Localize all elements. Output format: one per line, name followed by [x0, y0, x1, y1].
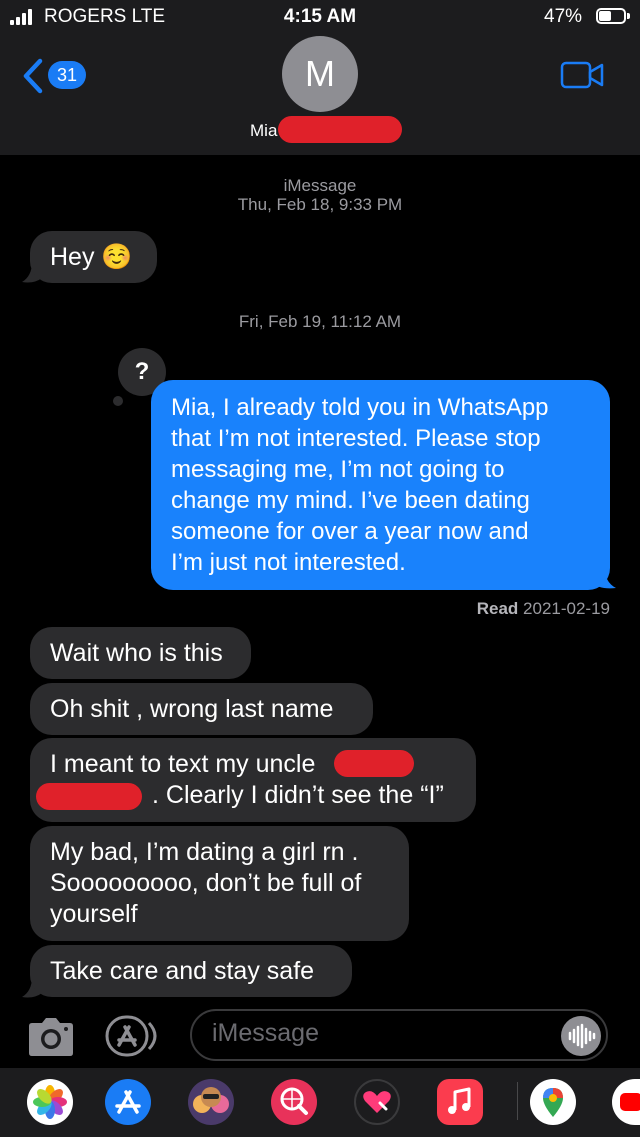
service-label: iMessage [283, 176, 357, 195]
read-receipt: Read 2021-02-19 [300, 599, 610, 619]
message-line: I’m just not interested. [171, 549, 406, 576]
google-maps-app-icon[interactable] [530, 1079, 576, 1125]
redaction-mark [334, 750, 414, 777]
camera-button[interactable] [28, 1017, 74, 1057]
read-label: Read [476, 599, 519, 618]
memoji-faces-icon [193, 1087, 229, 1113]
message-line: someone for over a year now and [171, 518, 529, 545]
read-date: 2021-02-19 [523, 599, 610, 618]
memoji-app-icon[interactable] [188, 1079, 234, 1125]
unread-count-badge[interactable]: 31 [48, 61, 86, 89]
youtube-app-icon[interactable] [612, 1079, 640, 1125]
heart-icon [363, 1091, 391, 1113]
message-text: . Clearly I didn’t see the “I” [152, 781, 444, 809]
incoming-message[interactable]: Hey ☺️ [30, 231, 157, 283]
battery-percent: 47% [544, 6, 583, 27]
message-text: I meant to text my uncle [50, 750, 316, 778]
redaction-mark [36, 783, 142, 810]
contact-avatar[interactable]: M [282, 36, 358, 112]
message-line: Mia, I already told you in WhatsApp [171, 394, 549, 421]
message-line: yourself [50, 900, 138, 928]
redaction-mark [278, 116, 402, 143]
facetime-video-button[interactable] [560, 60, 606, 90]
photos-flower-icon [33, 1085, 67, 1119]
video-camera-icon [560, 61, 604, 89]
app-store-icon [105, 1015, 157, 1057]
contact-name[interactable]: Mia [250, 121, 277, 141]
search-images-app-icon[interactable] [271, 1079, 317, 1125]
message-line: that I’m not interested. Please stop [171, 425, 541, 452]
battery-icon [596, 8, 626, 24]
message-line: change my mind. I’ve been dating [171, 487, 530, 514]
map-pin-icon [543, 1088, 563, 1117]
waveform-icon [568, 1023, 596, 1049]
camera-icon [29, 1018, 73, 1056]
message-input-placeholder: iMessage [212, 1019, 319, 1047]
message-line: messaging me, I’m not going to [171, 456, 505, 483]
youtube-play-icon [620, 1093, 640, 1111]
music-app-icon[interactable] [437, 1079, 483, 1125]
audio-message-button[interactable] [561, 1016, 601, 1056]
timestamp: Fri, Feb 19, 11:12 AM [238, 312, 402, 331]
incoming-message[interactable]: My bad, I’m dating a girl rn . Soooooooo… [30, 826, 409, 941]
app-store-drawer-button[interactable] [105, 1015, 163, 1057]
outgoing-message[interactable]: Mia, I already told you in WhatsApp that… [151, 380, 610, 590]
photos-app-icon[interactable] [27, 1079, 73, 1125]
strip-divider [517, 1082, 518, 1120]
incoming-message[interactable]: Oh shit , wrong last name [30, 683, 373, 735]
digital-touch-app-icon[interactable] [354, 1079, 400, 1125]
message-line: My bad, I’m dating a girl rn . [50, 838, 359, 866]
badge-dot [113, 396, 123, 406]
music-note-icon [448, 1087, 471, 1114]
timestamp: Thu, Feb 18, 9:33 PM [237, 195, 403, 214]
chevron-left-icon [23, 58, 43, 94]
incoming-message[interactable]: Take care and stay safe [30, 945, 352, 997]
battery-nub [627, 13, 630, 19]
app-store-app-icon[interactable] [105, 1079, 151, 1125]
incoming-message[interactable]: Wait who is this [30, 627, 251, 679]
message-line: Sooooooooo, don’t be full of [50, 869, 362, 897]
globe-search-icon [280, 1087, 308, 1115]
app-store-glyph-icon [115, 1090, 141, 1114]
